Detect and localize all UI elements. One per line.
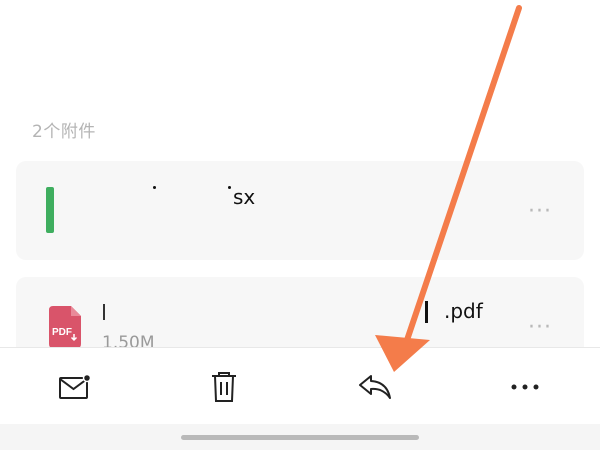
more-options-button[interactable]: ··· [528, 317, 552, 339]
attachment-card-xlsx[interactable]: sx ··· [16, 161, 584, 260]
reply-button[interactable] [355, 370, 395, 404]
more-button[interactable] [505, 370, 545, 404]
filename-redaction-dot [228, 186, 231, 189]
bottom-safe-area [0, 424, 600, 450]
delete-button[interactable] [204, 370, 244, 404]
trash-icon [212, 372, 236, 402]
pdf-icon: PDF [49, 306, 81, 348]
more-horizontal-icon [511, 384, 539, 390]
more-options-button[interactable]: ··· [528, 201, 552, 223]
mark-unread-button[interactable] [55, 370, 95, 404]
attachment-filename: sx [233, 185, 256, 209]
filename-redaction-dot [153, 186, 156, 189]
xlsx-icon [46, 187, 54, 233]
reply-icon [359, 375, 391, 399]
attachment-filename: .pdf [444, 299, 483, 323]
mail-unread-icon [59, 373, 92, 399]
home-indicator [181, 435, 419, 440]
pdf-icon-label: PDF [52, 327, 72, 338]
filename-redaction-bar [425, 301, 428, 323]
section-label: 2个附件 [32, 122, 96, 142]
filename-redaction-bar [103, 304, 105, 320]
bottom-toolbar [0, 347, 600, 425]
